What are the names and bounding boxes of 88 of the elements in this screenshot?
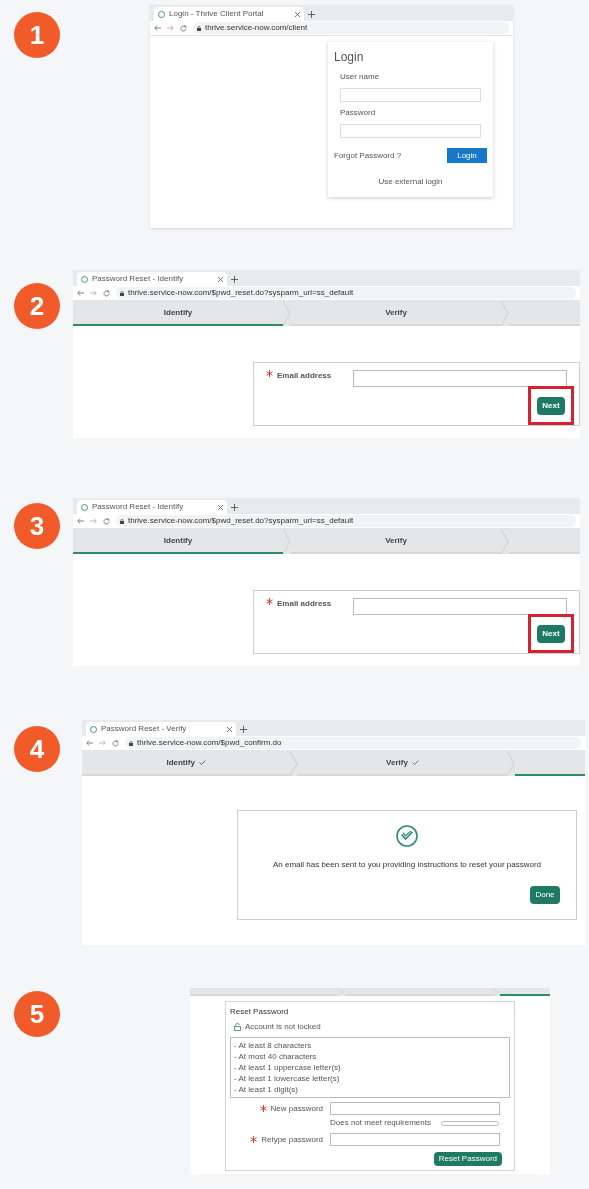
lock-status: Account is not locked <box>245 1021 321 1033</box>
input-field[interactable] <box>340 124 481 138</box>
tab-title: Password Reset - Verify <box>101 724 188 734</box>
password-field[interactable] <box>330 1133 500 1146</box>
done-button[interactable]: Done <box>530 886 560 904</box>
url-text: thrive.service-now.com/$pwd_reset.do?sysparm_url=ss_default <box>128 516 354 526</box>
url-text: thrive.service-now.com/$pwd_confirm.do <box>137 738 282 748</box>
required-icon <box>259 1105 267 1112</box>
requirement-text: - At most 40 characters <box>234 1051 318 1062</box>
field-label: Email address <box>277 598 333 610</box>
confirmation-message: An email has been sent to you providing instructions to reset your password <box>272 859 542 871</box>
tab-title: Password Reset - Identify <box>92 274 185 284</box>
address-bar[interactable]: thrive.service-now.com/$pwd_confirm.do <box>125 737 581 749</box>
back-icon[interactable] <box>86 740 93 746</box>
forward-icon[interactable] <box>90 290 97 296</box>
check-icon <box>198 760 206 765</box>
forward-icon[interactable] <box>99 740 106 746</box>
lock-icon <box>129 740 133 746</box>
strength-text: Does not meet requirements <box>330 1117 431 1129</box>
lock-icon <box>120 518 124 524</box>
close-icon[interactable] <box>227 726 232 732</box>
field-label: Email address <box>277 370 333 382</box>
browser-tab[interactable]: Login - Thrive Client Portal <box>154 7 304 21</box>
step-number: 3 <box>14 503 60 549</box>
lock-icon <box>120 290 124 296</box>
login-title: Login <box>334 49 365 66</box>
unlocked-icon <box>234 1023 241 1031</box>
back-icon[interactable] <box>154 25 161 31</box>
close-icon[interactable] <box>295 11 300 17</box>
requirement-text: - At least 1 lowercase letter(s) <box>234 1073 341 1084</box>
reload-icon[interactable] <box>112 739 119 747</box>
step-label: Identify <box>166 756 195 769</box>
email-field[interactable] <box>353 598 567 615</box>
reset-title: Reset Password <box>230 1006 290 1018</box>
field-label: Retype password <box>261 1133 323 1146</box>
new-tab-icon[interactable] <box>240 726 247 733</box>
reset-password-button[interactable]: Reset Password <box>433 1152 502 1166</box>
step-label: Verify <box>385 306 407 319</box>
field-label: New password <box>270 1102 323 1115</box>
reload-icon[interactable] <box>180 24 187 32</box>
tab-title: Login - Thrive Client Portal <box>169 9 265 19</box>
required-icon <box>266 598 273 605</box>
login-button[interactable]: Login <box>447 148 487 163</box>
browser-tab[interactable]: Password Reset - Identify <box>77 500 227 514</box>
step-label: Identify <box>163 534 193 547</box>
forgot-password-link[interactable]: Forgot Password ? <box>334 149 402 162</box>
step-number: 4 <box>14 726 60 772</box>
reload-icon[interactable] <box>103 517 110 525</box>
address-bar[interactable]: thrive.service-now.com/$pwd_reset.do?sysparm_url=ss_default <box>116 515 576 527</box>
step-number: 2 <box>14 283 60 329</box>
input-field[interactable] <box>340 88 481 102</box>
next-button[interactable]: Next <box>537 624 565 643</box>
new-tab-icon[interactable] <box>231 276 238 283</box>
new-tab-icon[interactable] <box>308 11 315 18</box>
tab-title: Password Reset - Identify <box>92 502 185 512</box>
step-label: Verify <box>386 756 408 769</box>
browser-tab[interactable]: Password Reset - Verify <box>86 722 236 736</box>
requirement-text: - At least 1 digit(s) <box>234 1084 300 1095</box>
requirement-text: - At least 1 uppercase letter(s) <box>234 1062 342 1073</box>
url-text: thrive.service-now.com/$pwd_reset.do?sysparm_url=ss_default <box>128 288 354 298</box>
close-icon[interactable] <box>218 504 223 510</box>
requirement-text: - At least 8 characters <box>234 1040 313 1051</box>
field-label: Password <box>340 107 377 119</box>
step-label: Identify <box>163 306 193 319</box>
address-bar[interactable]: thrive.service-now.com/client <box>193 22 509 34</box>
step-label: Verify <box>385 534 407 547</box>
forward-icon[interactable] <box>90 518 97 524</box>
forward-icon[interactable] <box>167 25 174 31</box>
url-text: thrive.service-now.com/client <box>205 23 308 33</box>
field-label: User name <box>340 71 381 83</box>
reload-icon[interactable] <box>103 289 110 297</box>
check-circle-icon <box>396 825 418 847</box>
back-icon[interactable] <box>77 518 84 524</box>
step-number: 1 <box>14 12 60 58</box>
required-icon <box>250 1136 258 1143</box>
password-field[interactable] <box>330 1102 500 1115</box>
back-icon[interactable] <box>77 290 84 296</box>
new-tab-icon[interactable] <box>231 504 238 511</box>
email-field[interactable] <box>353 370 567 387</box>
check-icon <box>411 760 419 765</box>
browser-tab[interactable]: Password Reset - Identify <box>77 272 227 286</box>
required-icon <box>266 370 273 377</box>
address-bar[interactable]: thrive.service-now.com/$pwd_reset.do?sysparm_url=ss_default <box>116 287 576 299</box>
close-icon[interactable] <box>218 276 223 282</box>
step-number: 5 <box>14 991 60 1037</box>
external-login-link[interactable]: Use external login <box>378 177 443 186</box>
next-button[interactable]: Next <box>537 396 565 415</box>
lock-icon <box>197 25 201 31</box>
